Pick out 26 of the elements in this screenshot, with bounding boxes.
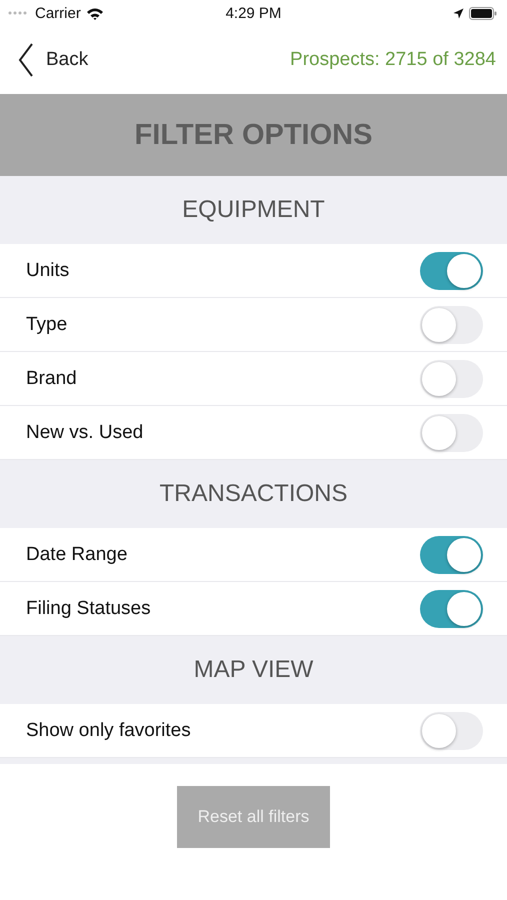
section-header: EQUIPMENT (0, 176, 507, 244)
filter-label: Show only favorites (26, 720, 191, 742)
toggle-switch[interactable] (420, 414, 483, 452)
status-time: 4:29 PM (226, 4, 282, 22)
back-button[interactable]: Back (18, 42, 88, 78)
chevron-left-icon (18, 42, 34, 78)
toggle-switch[interactable] (420, 252, 483, 290)
prospects-count: Prospects: 2715 of 3284 (290, 49, 496, 71)
filter-label: Type (26, 314, 68, 336)
toggle-switch[interactable] (420, 536, 483, 574)
filter-label: Brand (26, 368, 77, 390)
filter-options-header: FILTER OPTIONS (0, 94, 507, 176)
section-header: MAP VIEW (0, 636, 507, 704)
toggle-switch[interactable] (420, 590, 483, 628)
filter-label: New vs. Used (26, 422, 144, 444)
section-header: TRANSACTIONS (0, 460, 507, 528)
filter-label: Date Range (26, 544, 128, 566)
battery-icon (469, 6, 497, 20)
carrier-label: Carrier (35, 4, 81, 22)
toggle-switch[interactable] (420, 306, 483, 344)
location-arrow-icon (453, 8, 464, 18)
toggle-switch[interactable] (420, 360, 483, 398)
wifi-icon (86, 6, 104, 20)
filter-label: Filing Statuses (26, 598, 151, 620)
filter-label: Units (26, 260, 70, 282)
toggle-switch[interactable] (420, 712, 483, 750)
